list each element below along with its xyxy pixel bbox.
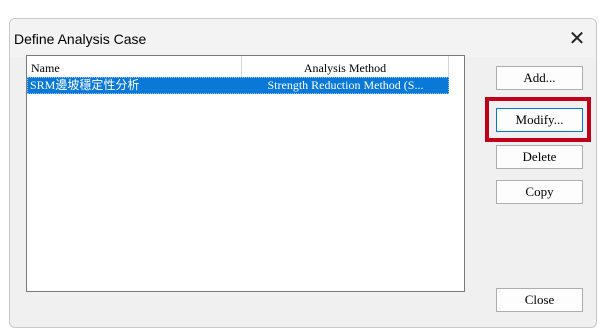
title-bar: Define Analysis Case ✕ bbox=[10, 19, 596, 57]
column-header-name[interactable]: Name bbox=[27, 56, 242, 78]
copy-button[interactable]: Copy bbox=[496, 180, 583, 204]
analysis-case-list[interactable]: Name Analysis Method SRM邊坡穩定性分析 Strength… bbox=[26, 55, 465, 292]
list-item-method: Strength Reduction Method (S... bbox=[267, 78, 424, 92]
add-button[interactable]: Add... bbox=[496, 66, 583, 90]
column-header-analysis-method[interactable]: Analysis Method bbox=[242, 56, 449, 78]
list-header: Name Analysis Method bbox=[27, 56, 464, 78]
list-item[interactable]: SRM邊坡穩定性分析 Strength Reduction Method (S.… bbox=[27, 77, 449, 94]
highlight-annotation-box bbox=[485, 97, 591, 142]
close-button[interactable]: Close bbox=[496, 288, 583, 312]
close-icon[interactable]: ✕ bbox=[564, 25, 590, 51]
delete-button[interactable]: Delete bbox=[496, 145, 583, 169]
column-header-filler bbox=[449, 56, 464, 78]
list-item-name: SRM邊坡穩定性分析 bbox=[30, 78, 140, 92]
dialog-title: Define Analysis Case bbox=[14, 31, 147, 47]
